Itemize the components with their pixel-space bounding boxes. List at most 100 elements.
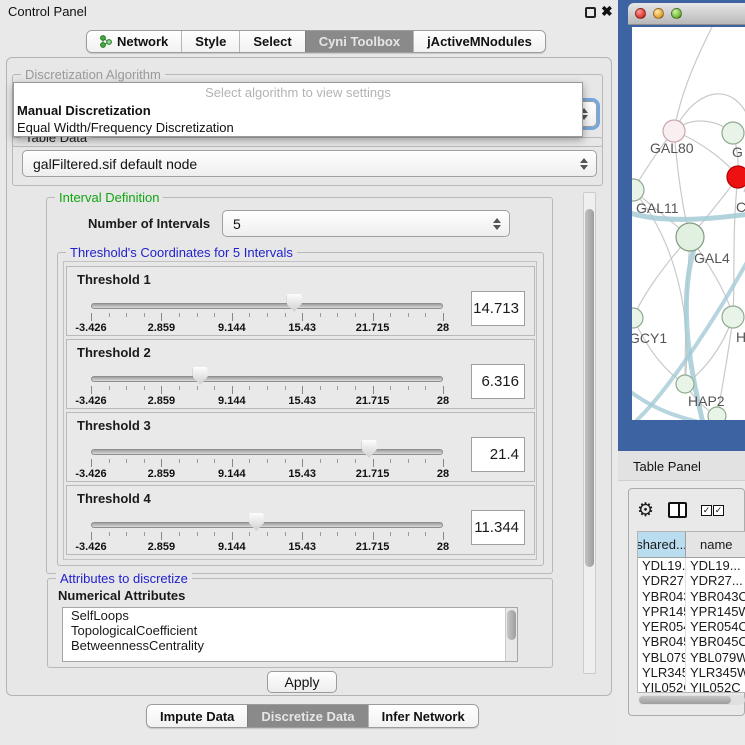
- tab-select[interactable]: Select: [239, 31, 304, 52]
- tab-style[interactable]: Style: [181, 31, 239, 52]
- tab-jactivemnodules[interactable]: jActiveMNodules: [413, 31, 545, 52]
- network-node[interactable]: [663, 120, 685, 142]
- network-edge[interactable]: [733, 177, 738, 317]
- float-window-icon[interactable]: [585, 7, 596, 18]
- gear-icon[interactable]: ⚙: [637, 501, 654, 520]
- table-row[interactable]: YDL19...YDL19...: [638, 558, 745, 573]
- tab-impute-data[interactable]: Impute Data: [147, 705, 247, 727]
- control-panel-titlebar: Control Panel ✖: [0, 0, 618, 24]
- network-node[interactable]: [708, 407, 726, 420]
- panel-scrollbar-thumb[interactable]: [585, 209, 594, 567]
- cell-shared-name[interactable]: YBR043C: [638, 589, 686, 604]
- network-graph[interactable]: GAL80GCGAL11GAL4GCY1HHAP2: [632, 27, 745, 420]
- algorithm-option[interactable]: Manual Discretization: [14, 102, 582, 119]
- table-data-combobox[interactable]: galFiltered.sif default node: [22, 150, 597, 177]
- slider-ticks: [91, 386, 444, 395]
- number-of-intervals-combobox[interactable]: 5: [222, 210, 510, 237]
- cell-shared-name[interactable]: YBR045C: [638, 634, 686, 649]
- discretization-algorithm-group-title: Discretization Algorithm: [21, 67, 165, 82]
- numerical-attributes-list[interactable]: SelfLoopsTopologicalCoefficientBetweenne…: [62, 607, 518, 662]
- slider-handle[interactable]: [249, 513, 264, 531]
- cell-name[interactable]: YER054C: [686, 619, 745, 634]
- cell-name[interactable]: YBR045C: [686, 634, 745, 649]
- table-header-row: shared... name: [638, 532, 745, 558]
- network-canvas[interactable]: GAL80GCGAL11GAL4GCY1HHAP2: [632, 27, 745, 420]
- threshold-value-field[interactable]: 11.344: [471, 510, 525, 545]
- cell-shared-name[interactable]: YDR27...: [638, 573, 686, 588]
- table-row[interactable]: YIL052CYIL052C: [638, 680, 745, 693]
- column-header-shared-name[interactable]: shared...: [638, 532, 686, 557]
- tab-cyni-toolbox[interactable]: Cyni Toolbox: [305, 31, 413, 52]
- network-edge[interactable]: [674, 27, 712, 131]
- network-node-label: HAP2: [688, 393, 725, 409]
- tab-network[interactable]: Network: [87, 31, 181, 52]
- table-row[interactable]: YBR043CYBR043C: [638, 589, 745, 604]
- table-row[interactable]: YPR145WYPR145W: [638, 604, 745, 619]
- table-row[interactable]: YLR345WYLR345W: [638, 665, 745, 680]
- cell-shared-name[interactable]: YDL19...: [638, 558, 686, 573]
- checkbox-icon[interactable]: ✓: [713, 505, 724, 516]
- table-row[interactable]: YBL079WYBL079W: [638, 650, 745, 665]
- select-columns-icons[interactable]: ✓ ✓: [701, 505, 724, 516]
- thresholds-group-title: Threshold's Coordinates for 5 Intervals: [66, 245, 297, 260]
- network-node[interactable]: [676, 375, 694, 393]
- cell-shared-name[interactable]: YER054C: [638, 619, 686, 634]
- attribute-item[interactable]: BetweennessCentrality: [63, 638, 517, 653]
- table-panel-window: ⚙ ✓ ✓ shared... name YDL19...YDL19...YDR…: [628, 488, 745, 716]
- slider-scale-labels: -3.4262.8599.14415.4321.71528: [91, 541, 444, 553]
- slider-handle[interactable]: [362, 440, 377, 458]
- network-edge[interactable]: [633, 237, 690, 318]
- cell-shared-name[interactable]: YIL052C: [638, 680, 686, 693]
- cell-shared-name[interactable]: YPR145W: [638, 604, 686, 619]
- cell-name[interactable]: YIL052C: [686, 680, 745, 693]
- checkbox-icon[interactable]: ✓: [701, 505, 712, 516]
- threshold-value-field[interactable]: 6.316: [471, 364, 525, 399]
- table-row[interactable]: YER054CYER054C: [638, 619, 745, 634]
- slider-track[interactable]: [91, 449, 443, 455]
- cell-shared-name[interactable]: YBL079W: [638, 650, 686, 665]
- cell-shared-name[interactable]: YLR345W: [638, 665, 686, 680]
- minimize-traffic-light-icon[interactable]: [653, 8, 664, 19]
- slider-track[interactable]: [91, 522, 443, 528]
- table-row[interactable]: YDR27...YDR27...: [638, 573, 745, 588]
- zoom-traffic-light-icon[interactable]: [671, 8, 682, 19]
- network-window-titlebar[interactable]: [628, 3, 745, 25]
- attribute-item[interactable]: SelfLoops: [63, 608, 517, 623]
- cell-name[interactable]: YPR145W: [686, 604, 745, 619]
- cell-name[interactable]: YDL19...: [686, 558, 745, 573]
- slider-track[interactable]: [91, 303, 443, 309]
- cell-name[interactable]: YLR345W: [686, 665, 745, 680]
- close-traffic-light-icon[interactable]: [635, 8, 646, 19]
- network-node[interactable]: [676, 223, 704, 251]
- panel-scrollbar[interactable]: [583, 192, 596, 674]
- attributes-scrollbar[interactable]: [505, 608, 517, 661]
- network-node[interactable]: [722, 122, 744, 144]
- slider-handle[interactable]: [287, 294, 302, 312]
- columns-icon[interactable]: [668, 502, 687, 518]
- slider-track[interactable]: [91, 376, 443, 382]
- column-header-name[interactable]: name: [686, 532, 745, 557]
- tab-infer-network[interactable]: Infer Network: [368, 705, 478, 727]
- slider-handle[interactable]: [193, 367, 208, 385]
- cell-name[interactable]: YBL079W: [686, 650, 745, 665]
- tab-label: Style: [195, 34, 226, 49]
- algorithm-option[interactable]: Equal Width/Frequency Discretization: [14, 119, 582, 136]
- threshold-value-field[interactable]: 21.4: [471, 437, 525, 472]
- table-horizontal-scrollbar[interactable]: [638, 695, 745, 705]
- attribute-item[interactable]: TopologicalCoefficient: [63, 623, 517, 638]
- table-row[interactable]: YBR045CYBR045C: [638, 634, 745, 649]
- network-node-label: G: [732, 144, 743, 160]
- network-node[interactable]: [722, 306, 744, 328]
- network-node[interactable]: [727, 166, 745, 188]
- tab-label: Cyni Toolbox: [319, 34, 400, 49]
- network-node[interactable]: [632, 308, 643, 328]
- algorithm-prompt-item[interactable]: Select algorithm to view settings: [14, 83, 582, 102]
- apply-button[interactable]: Apply: [267, 671, 337, 693]
- control-panel: Control Panel ✖ Network Style Select Cyni T…: [0, 0, 618, 745]
- network-desktop: GAL80GCGAL11GAL4GCY1HHAP2: [618, 0, 745, 451]
- tab-discretize-data[interactable]: Discretize Data: [247, 705, 367, 727]
- close-icon[interactable]: ✖: [601, 3, 613, 20]
- threshold-value-field[interactable]: 14.713: [471, 291, 525, 326]
- cell-name[interactable]: YDR27...: [686, 573, 745, 588]
- cell-name[interactable]: YBR043C: [686, 589, 745, 604]
